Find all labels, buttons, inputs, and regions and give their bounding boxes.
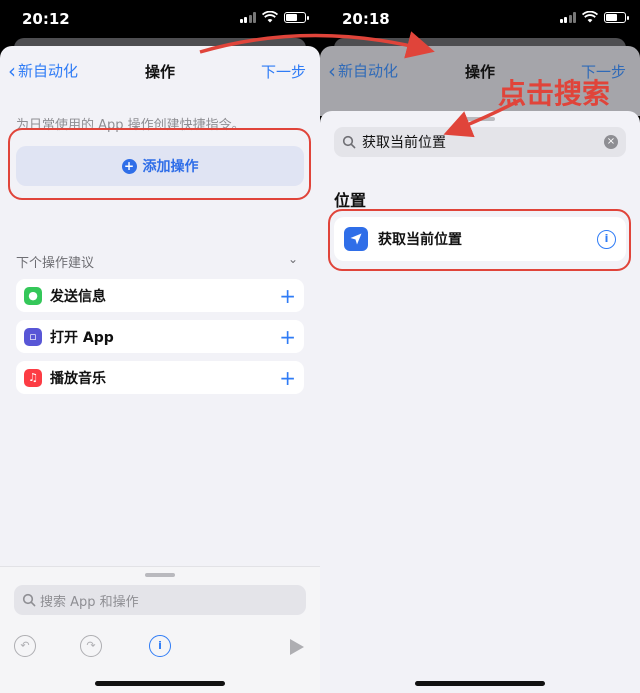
- wifi-icon: [262, 11, 278, 23]
- search-result-item[interactable]: 获取当前位置 i: [334, 217, 626, 261]
- cellular-signal-icon: [559, 11, 576, 23]
- clear-icon[interactable]: ×: [604, 135, 618, 149]
- hint-text: 为日常使用的 App 操作创建快捷指令。: [16, 118, 245, 133]
- status-time: 20:18: [342, 10, 390, 28]
- redo-icon[interactable]: ↷: [80, 635, 102, 657]
- section-title: 位置: [334, 191, 367, 210]
- suggestion-label: 打开 App: [50, 329, 114, 346]
- app-icon: ▫: [24, 327, 42, 346]
- search-bar[interactable]: 搜索 App 和操作: [14, 585, 306, 615]
- search-icon: [22, 593, 36, 607]
- annotation-text: 点击搜索: [498, 77, 611, 110]
- grabber-handle[interactable]: [145, 573, 175, 577]
- suggestion-label: 发送信息: [50, 288, 106, 305]
- suggestions-header[interactable]: 下个操作建议 ⌄: [16, 252, 304, 271]
- navigation-bar: ‹ 新自动化 操作 下一步: [0, 46, 320, 96]
- cellular-signal-icon: [239, 11, 256, 23]
- undo-icon[interactable]: ↶: [14, 635, 36, 657]
- search-value: 获取当前位置: [362, 135, 446, 151]
- suggestion-label: 播放音乐: [50, 370, 106, 387]
- info-icon[interactable]: i: [597, 229, 616, 249]
- battery-icon: [284, 11, 309, 23]
- suggestion-item[interactable]: ● 发送信息 +: [16, 279, 304, 312]
- home-indicator: [415, 681, 545, 686]
- status-icons: [559, 11, 629, 23]
- left-phone-screen: 20:12 ‹ 新自动化 操作 下一步 为日常使用的 App 操作创建快捷指令。…: [0, 0, 320, 693]
- add-icon[interactable]: +: [279, 284, 296, 308]
- result-label: 获取当前位置: [378, 232, 462, 248]
- search-field[interactable]: 获取当前位置 ×: [334, 127, 626, 157]
- location-arrow-icon: [344, 227, 368, 251]
- info-icon[interactable]: i: [149, 635, 171, 657]
- music-icon: ♫: [24, 368, 42, 387]
- add-icon[interactable]: +: [279, 366, 296, 390]
- grabber-handle[interactable]: [465, 117, 495, 121]
- status-icons: [239, 11, 309, 23]
- suggestion-item[interactable]: ♫ 播放音乐 +: [16, 361, 304, 394]
- messages-icon: ●: [24, 286, 42, 305]
- home-indicator: [95, 681, 225, 686]
- next-button[interactable]: 下一步: [261, 61, 306, 82]
- add-action-label: 添加操作: [142, 159, 199, 175]
- search-sheet: 获取当前位置 × 位置 获取当前位置 i: [320, 111, 640, 693]
- battery-icon: [604, 11, 629, 23]
- suggestions-title: 下个操作建议: [16, 256, 95, 271]
- actions-sheet: ‹ 新自动化 操作 下一步 为日常使用的 App 操作创建快捷指令。 + 添加操…: [0, 46, 320, 693]
- status-bar: 20:18: [320, 0, 640, 38]
- play-icon[interactable]: [290, 639, 304, 655]
- wifi-icon: [582, 11, 598, 23]
- search-icon: [342, 135, 356, 149]
- add-icon[interactable]: +: [279, 325, 296, 349]
- chevron-down-icon: ⌄: [287, 252, 298, 266]
- plus-circle-icon: +: [121, 158, 137, 174]
- search-placeholder: 搜索 App 和操作: [40, 594, 139, 610]
- add-action-button[interactable]: + 添加操作: [16, 146, 304, 186]
- status-bar: 20:12: [0, 0, 320, 38]
- suggestion-item[interactable]: ▫ 打开 App +: [16, 320, 304, 353]
- screenshot-composite: 20:12 ‹ 新自动化 操作 下一步 为日常使用的 App 操作创建快捷指令。…: [0, 0, 640, 693]
- status-time: 20:12: [22, 10, 70, 28]
- bottom-panel: 搜索 App 和操作 ↶ ↷ i: [0, 566, 320, 693]
- bottom-toolbar: ↶ ↷ i: [0, 631, 320, 661]
